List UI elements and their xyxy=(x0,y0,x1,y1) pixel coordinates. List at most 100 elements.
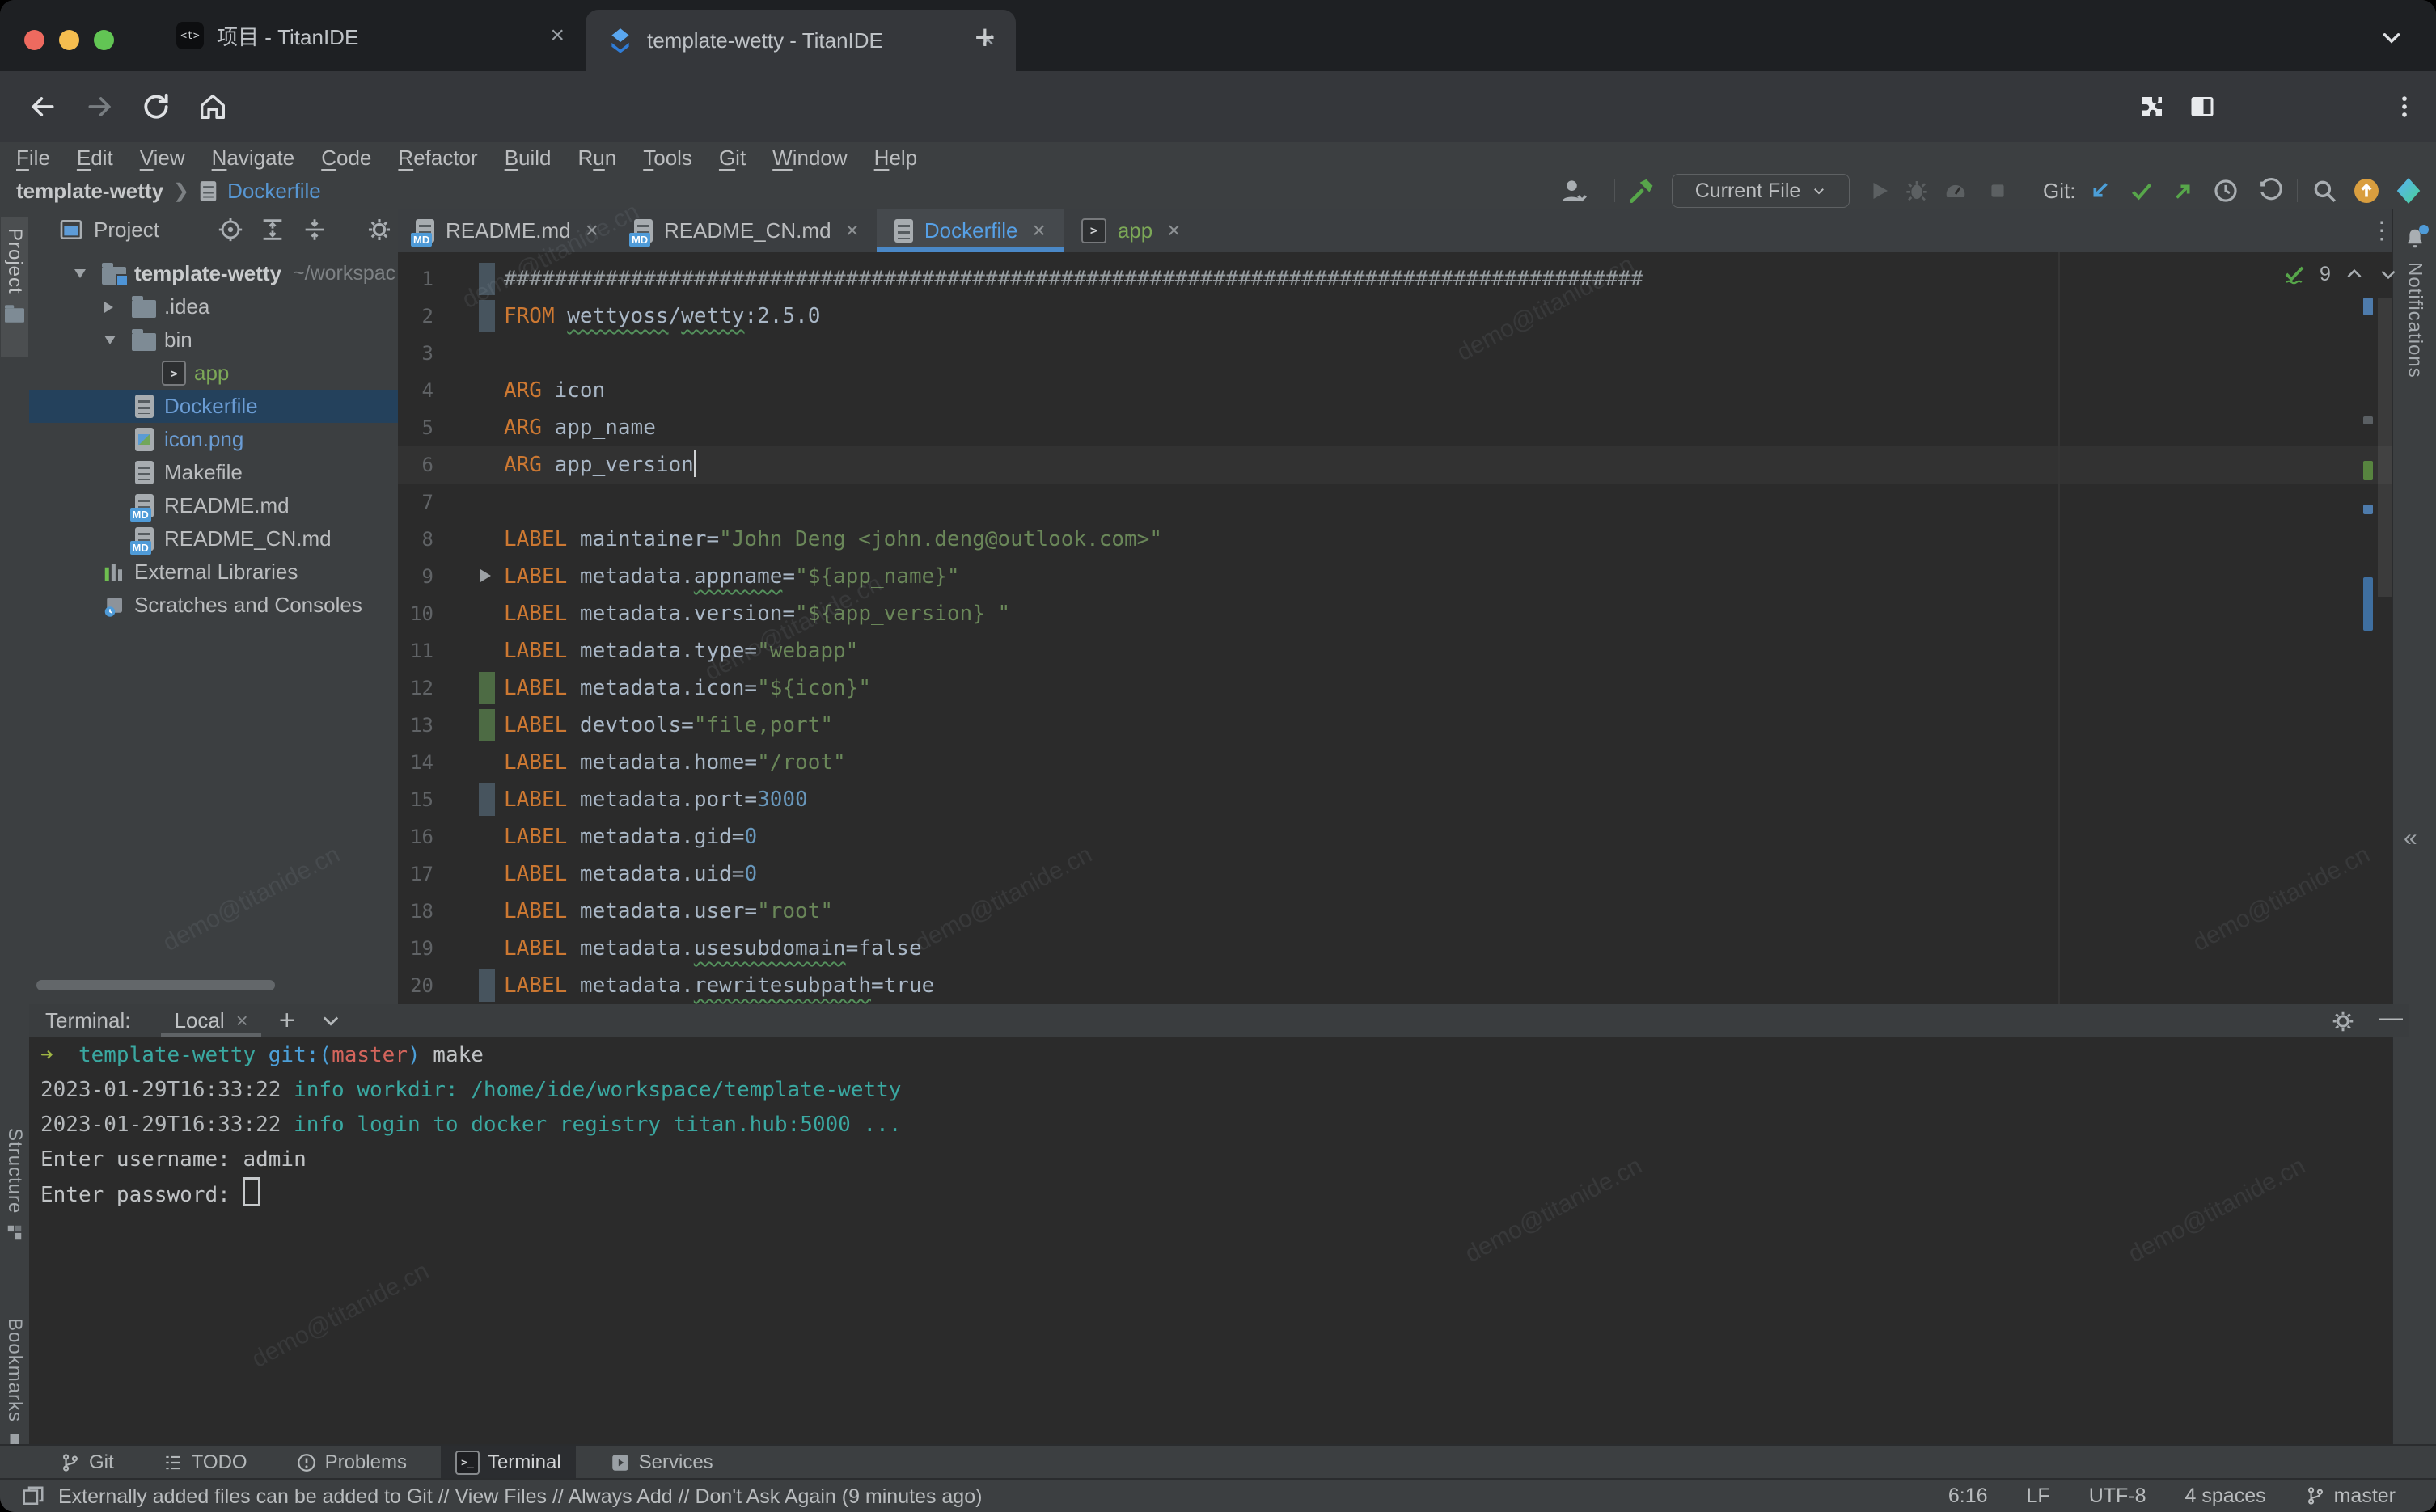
chevron-down-icon[interactable] xyxy=(2378,24,2405,52)
gear-icon[interactable] xyxy=(363,213,395,246)
close-icon[interactable]: × xyxy=(846,218,859,243)
tree-item-dockerfile[interactable]: Dockerfile xyxy=(29,390,398,423)
breadcrumb-project[interactable]: template-wetty xyxy=(16,179,163,204)
history-icon[interactable] xyxy=(2210,175,2242,207)
indent-style[interactable]: 4 spaces xyxy=(2185,1485,2266,1508)
profile-user-icon[interactable] xyxy=(1557,175,1589,207)
git-push-icon[interactable] xyxy=(2167,175,2200,207)
sidepanel-icon[interactable] xyxy=(2182,87,2222,127)
stripe-structure-button[interactable]: Structure xyxy=(1,1128,28,1241)
close-icon[interactable]: × xyxy=(1167,218,1180,243)
minimize-window-button[interactable] xyxy=(59,30,79,50)
tree-item--idea[interactable]: .idea xyxy=(29,290,398,323)
debug-icon[interactable] xyxy=(1901,175,1933,207)
tab-close-icon[interactable]: × xyxy=(550,22,565,49)
close-icon[interactable]: × xyxy=(1032,218,1045,243)
tool-window-button-terminal[interactable]: >_Terminal xyxy=(441,1446,576,1480)
locate-icon[interactable] xyxy=(214,213,247,246)
profiler-icon[interactable] xyxy=(1939,175,1972,207)
stripe-project-button[interactable]: Project xyxy=(1,217,28,357)
menu-view[interactable]: View xyxy=(140,146,185,171)
menu-refactor[interactable]: Refactor xyxy=(398,146,477,171)
close-window-button[interactable] xyxy=(24,30,44,50)
git-branch-widget[interactable]: master xyxy=(2305,1485,2396,1508)
browser-tab[interactable]: <t>项目 - TitanIDE× xyxy=(155,0,586,71)
stop-icon[interactable] xyxy=(1981,175,2014,207)
stripe-bookmarks-button[interactable]: Bookmarks xyxy=(1,1318,28,1450)
back-icon[interactable] xyxy=(23,87,63,127)
git-commit-icon[interactable] xyxy=(2125,175,2158,207)
editor-tab-app[interactable]: >app× xyxy=(1064,209,1199,252)
tree-item-scratches-and-consoles[interactable]: Scratches and Consoles xyxy=(29,589,398,622)
build-icon[interactable] xyxy=(1626,175,1658,207)
terminal-output[interactable]: ➜ template-wetty git:(master) make2023-0… xyxy=(29,1037,2392,1444)
forward-icon[interactable] xyxy=(79,87,120,127)
layout-icon[interactable] xyxy=(21,1485,45,1509)
run-configuration-select[interactable]: Current File xyxy=(1672,174,1850,208)
reload-icon[interactable] xyxy=(136,87,176,127)
menu-code[interactable]: Code xyxy=(321,146,371,171)
fold-icon[interactable] xyxy=(480,569,491,582)
new-terminal-icon[interactable]: + xyxy=(279,1005,295,1037)
terminal-settings-icon[interactable] xyxy=(2330,1008,2356,1034)
prev-problem-icon[interactable] xyxy=(2344,264,2365,285)
menu-tools[interactable]: Tools xyxy=(643,146,692,171)
ide-logo-icon[interactable] xyxy=(2392,175,2425,207)
expand-all-icon[interactable] xyxy=(256,213,289,246)
tree-item-readme-cn-md[interactable]: MDREADME_CN.md xyxy=(29,522,398,555)
menu-navigate[interactable]: Navigate xyxy=(212,146,295,171)
chevron-down-icon[interactable] xyxy=(104,336,132,344)
line-separator[interactable]: LF xyxy=(2027,1485,2050,1508)
editor-tabs-menu-icon[interactable]: ⋮ xyxy=(2370,217,2394,245)
tool-window-button-problems[interactable]: Problems xyxy=(281,1446,421,1480)
extensions-icon[interactable] xyxy=(2132,87,2172,127)
caret-position[interactable]: 6:16 xyxy=(1948,1485,1988,1508)
file-encoding[interactable]: UTF-8 xyxy=(2089,1485,2146,1508)
tree-item-icon-png[interactable]: icon.png xyxy=(29,423,398,456)
code-editor[interactable]: 1#######################################… xyxy=(398,252,2392,1007)
git-update-icon[interactable] xyxy=(2083,175,2116,207)
status-message[interactable]: Externally added files can be added to G… xyxy=(58,1485,982,1509)
inspections-widget[interactable]: 9 xyxy=(2282,262,2399,286)
tree-item-makefile[interactable]: Makefile xyxy=(29,456,398,489)
breadcrumb-file[interactable]: Dockerfile xyxy=(227,179,321,204)
menu-git[interactable]: Git xyxy=(719,146,746,171)
tree-item-readme-md[interactable]: MDREADME.md xyxy=(29,489,398,522)
tool-window-button-services[interactable]: Services xyxy=(595,1446,728,1480)
tool-window-button-git[interactable]: Git xyxy=(45,1446,129,1480)
tree-item-template-wetty[interactable]: template-wetty~/workspac xyxy=(29,257,398,290)
horizontal-scrollbar[interactable] xyxy=(36,980,275,990)
collapse-stripe-icon[interactable]: « xyxy=(2404,825,2417,852)
browser-tab[interactable]: template-wetty - TitanIDE× xyxy=(586,10,1016,71)
home-icon[interactable] xyxy=(192,87,233,127)
tree-item-bin[interactable]: bin xyxy=(29,323,398,357)
tree-item-external-libraries[interactable]: External Libraries xyxy=(29,555,398,589)
editor-scrollbar[interactable] xyxy=(2378,298,2392,597)
new-tab-button[interactable]: + xyxy=(975,18,996,58)
menu-edit[interactable]: Edit xyxy=(77,146,113,171)
terminal-dropdown-icon[interactable] xyxy=(319,1009,342,1032)
menu-build[interactable]: Build xyxy=(505,146,552,171)
chevron-right-icon[interactable] xyxy=(104,302,132,313)
collapse-all-icon[interactable] xyxy=(298,213,331,246)
minimize-panel-icon[interactable]: — xyxy=(2379,1004,2403,1032)
menu-help[interactable]: Help xyxy=(874,146,917,171)
terminal-tab-local[interactable]: Local × xyxy=(164,1004,257,1037)
rollback-icon[interactable] xyxy=(2255,175,2287,207)
next-problem-icon[interactable] xyxy=(2378,264,2399,285)
run-icon[interactable] xyxy=(1863,175,1896,207)
tree-item-app[interactable]: >app xyxy=(29,357,398,390)
editor-tab-readme-cn-md[interactable]: MDREADME_CN.md× xyxy=(616,209,877,252)
stripe-notifications-button[interactable]: Notifications xyxy=(2393,226,2436,378)
tool-window-button-todo[interactable]: TODO xyxy=(148,1446,262,1480)
update-available-icon[interactable] xyxy=(2350,175,2383,207)
menu-window[interactable]: Window xyxy=(772,146,847,171)
search-icon[interactable] xyxy=(2308,175,2341,207)
close-icon[interactable]: × xyxy=(236,1008,248,1033)
browser-menu-icon[interactable] xyxy=(2384,87,2425,127)
chevron-down-icon[interactable] xyxy=(74,269,102,278)
editor-tab-dockerfile[interactable]: Dockerfile× xyxy=(877,209,1064,252)
menu-file[interactable]: File xyxy=(16,146,50,171)
maximize-window-button[interactable] xyxy=(94,30,114,50)
menu-run[interactable]: Run xyxy=(578,146,617,171)
